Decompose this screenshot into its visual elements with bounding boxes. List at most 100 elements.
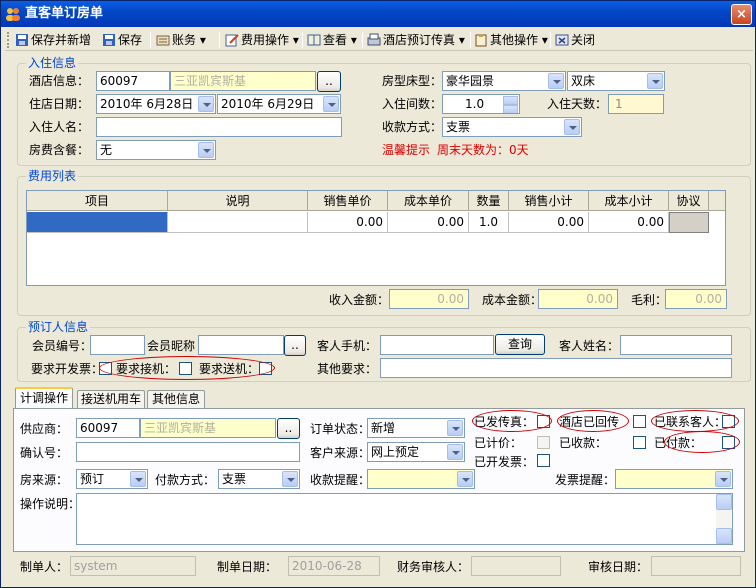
chevron-down-icon (323, 96, 339, 112)
window-title: 直客单订房单 (25, 6, 104, 21)
invoiced-label: 已开发票： (474, 455, 535, 469)
scroll-down-icon[interactable] (716, 528, 732, 544)
fee-cell-desc[interactable] (168, 212, 308, 233)
save-new-button[interactable]: 保存并新增 (15, 31, 91, 49)
guest-label: 入住人名： (29, 120, 90, 134)
rooms-label: 入住间数： (382, 97, 443, 111)
guest-name-input[interactable] (96, 117, 342, 137)
cost-label: 成本金额： (482, 293, 543, 307)
query-button[interactable]: 查询 (495, 334, 545, 355)
collect-select[interactable] (367, 469, 475, 489)
payment-select[interactable]: 支票 (442, 117, 582, 137)
auditor-field (471, 556, 561, 576)
pay-select[interactable]: 支票 (218, 469, 300, 489)
supplier-code-field[interactable]: 60097 (76, 418, 140, 438)
fee-cell-sale-price[interactable]: 0.00 (308, 212, 388, 233)
priced-checkbox[interactable] (537, 436, 550, 449)
accounts-menu[interactable]: 账务 ▾ (156, 31, 206, 49)
hotel-fax-menu[interactable]: 酒店预订传真 ▾ (367, 31, 465, 49)
hotel-browse-button[interactable]: .. (317, 71, 341, 92)
other-ops-menu[interactable]: 其他操作 ▾ (474, 31, 548, 49)
highlight-oval (664, 431, 740, 453)
fee-cell-qty[interactable]: 1.0 (469, 212, 509, 233)
note-scrollbar[interactable] (716, 494, 732, 544)
invoiced-checkbox[interactable] (537, 454, 550, 467)
checkin-date-picker[interactable]: 2010年 6月28日 (96, 94, 216, 114)
tab-transfer[interactable]: 接送机用车 (77, 390, 145, 408)
profit-field: 0.00 (665, 289, 727, 309)
tab-other-info[interactable]: 其他信息 (147, 390, 205, 408)
member-browse-button[interactable]: .. (284, 335, 306, 356)
bed-type-select[interactable]: 双床 (567, 71, 665, 91)
member-no-input[interactable] (90, 335, 145, 355)
guest-name-booker-input[interactable] (620, 335, 732, 355)
meal-select[interactable]: 无 (96, 140, 216, 160)
collect-label: 收款提醒： (310, 473, 371, 487)
fee-ops-label: 费用操作 (241, 33, 290, 47)
days-field: 1 (608, 94, 664, 114)
supplier-browse-button[interactable]: .. (277, 418, 300, 439)
rooms-value: 1.0 (465, 97, 485, 111)
status-select[interactable]: 新增 (367, 418, 465, 438)
payment-label: 收款方式： (382, 120, 443, 134)
view-label: 查看 (323, 33, 348, 47)
invoice-remind-select[interactable] (615, 469, 733, 489)
source-value: 网上预定 (371, 445, 420, 459)
source-select[interactable]: 网上预定 (367, 442, 465, 462)
room-type-select[interactable]: 豪华园景 (442, 71, 566, 91)
col-header: 协议 (669, 191, 709, 211)
supplier-name-field: 三亚凯宾斯基 (140, 418, 276, 438)
maker-field: system (70, 556, 196, 576)
spinner-arrows-icon (503, 96, 518, 113)
fee-cell-item[interactable] (27, 212, 168, 233)
member-no-label: 会员编号： (32, 339, 93, 353)
col-header-filler (709, 191, 725, 211)
col-header: 销售小计 (509, 191, 589, 211)
invoice-remind-label: 发票提醒： (555, 473, 616, 487)
tab-ops[interactable]: 计调操作 (15, 387, 73, 409)
order-window: 直客单订房单 × 保存并新增 保存 账务 ▾ 费用操作 ▾ 查看 ▾ 酒店预订传… (0, 0, 756, 588)
note-textarea[interactable] (76, 493, 733, 545)
checkout-date-picker[interactable]: 2010年 6月29日 (217, 94, 341, 114)
close-button[interactable]: 关闭 (555, 31, 595, 49)
rooms-spinner[interactable]: 1.0 (442, 94, 520, 114)
other-req-input[interactable] (380, 358, 732, 378)
view-menu[interactable]: 查看 ▾ (307, 31, 357, 49)
toolbar-separator (150, 32, 151, 48)
hotel-reply-checkbox[interactable] (633, 415, 646, 428)
chevron-down-icon (447, 444, 463, 460)
mobile-input[interactable] (380, 335, 494, 355)
member-nick-label: 会员昵称 (147, 339, 196, 353)
fee-cell-sale-subtotal[interactable]: 0.00 (509, 212, 589, 233)
fee-cell-cost-subtotal[interactable]: 0.00 (589, 212, 669, 233)
hotel-code-field[interactable]: 60097 (96, 71, 170, 91)
highlight-oval (99, 356, 275, 380)
hotel-label: 酒店信息： (29, 74, 90, 88)
guest-name-label: 客人姓名： (559, 339, 620, 353)
chevron-down-icon (198, 96, 214, 112)
fee-cell-agreement[interactable] (669, 212, 709, 233)
collected-checkbox[interactable] (633, 436, 646, 449)
accounts-label: 账务 (172, 33, 197, 47)
highlight-oval (651, 410, 739, 432)
save-button[interactable]: 保存 (102, 31, 142, 49)
date-made-label: 制单日期： (217, 560, 278, 574)
col-header: 销售单价 (308, 191, 388, 211)
confirm-input[interactable] (76, 442, 300, 462)
close-window-button[interactable]: × (731, 4, 752, 25)
highlight-oval (557, 410, 629, 432)
scroll-up-icon[interactable] (716, 494, 732, 510)
col-header: 数量 (469, 191, 509, 211)
fee-cell-cost-price[interactable]: 0.00 (388, 212, 469, 233)
toolbar-separator (470, 32, 471, 48)
highlight-oval (472, 410, 552, 432)
room-source-select[interactable]: 预订 (76, 469, 148, 489)
status-label: 订单状态： (310, 422, 371, 436)
other-ops-label: 其他操作 (490, 33, 539, 47)
fee-ops-menu[interactable]: 费用操作 ▾ (225, 31, 299, 49)
confirm-label: 确认号： (20, 446, 69, 460)
member-nick-input[interactable] (198, 335, 284, 355)
income-label: 收入金额： (329, 293, 390, 307)
dropdown-arrow-icon: ▾ (458, 33, 465, 47)
maker-label: 制单人： (20, 560, 69, 574)
